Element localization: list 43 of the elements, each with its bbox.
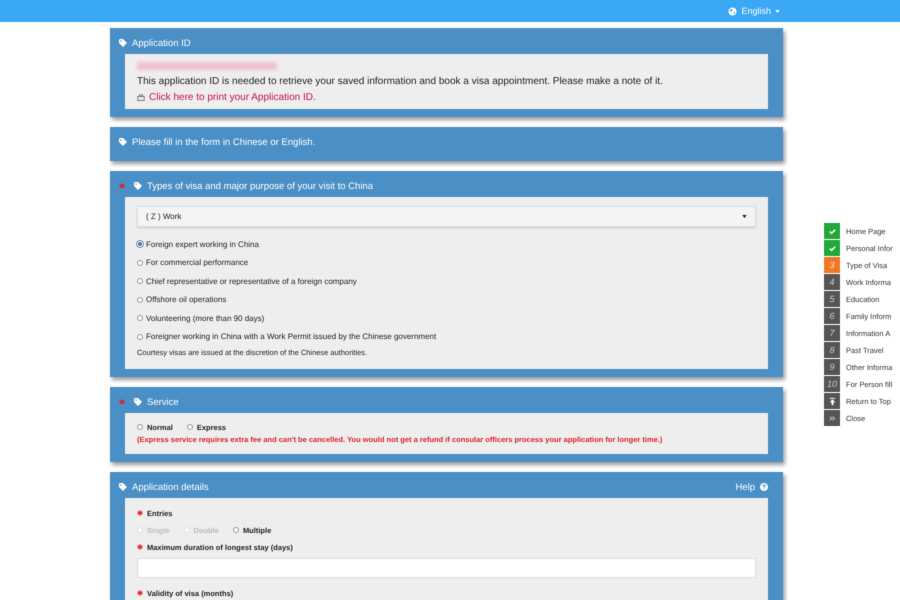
double-chevron-icon (828, 414, 836, 422)
radio-button[interactable] (137, 260, 143, 266)
tag-icon (134, 398, 142, 406)
option-label: Chief representative or representative of a foreign company (146, 276, 357, 286)
option-label: For commercial performance (146, 258, 248, 268)
step-marker: 3 (824, 257, 840, 273)
step-marker: 7 (824, 325, 840, 341)
radio-button[interactable] (186, 424, 193, 430)
tag-icon (119, 483, 127, 491)
radio-button[interactable] (137, 278, 143, 284)
caret-icon (775, 10, 780, 12)
globe-icon (728, 6, 738, 16)
radio-button[interactable] (137, 334, 143, 340)
radio-button[interactable] (137, 296, 143, 303)
printer-icon (137, 94, 145, 102)
option-label: Volunteering (more than 90 days) (146, 314, 264, 323)
option-label: Foreigner working in China with a Work Permit issued by the Chinese government (146, 332, 436, 342)
caret-icon (742, 215, 747, 218)
panel-title: Types of visa and major purpose of your visit to China (147, 180, 374, 192)
print-link[interactable]: Click here to print your Application ID. (149, 92, 316, 103)
radio-button[interactable] (137, 424, 143, 430)
radio-button[interactable] (137, 315, 143, 322)
panel-title: Please fill in the form in Chinese or English. (132, 136, 316, 148)
arrow-up-icon (828, 396, 836, 406)
panel-title: Service (147, 396, 179, 408)
visa-type-dropdown[interactable]: ( Z ) Work (137, 206, 756, 227)
help-icon (760, 483, 768, 491)
step-marker: 4 (824, 274, 840, 290)
step-marker: 5 (824, 291, 840, 307)
step-marker: 9 (824, 359, 840, 375)
option-label: Offshore oil operations (146, 295, 226, 304)
step-marker: 10 (824, 376, 840, 392)
note-text: This application ID is needed to retrieve your saved information and book a visa appointment. Please make a note of it. (137, 76, 664, 87)
step-marker: 6 (824, 308, 840, 324)
panel-title: Application details (132, 482, 209, 492)
input-field[interactable] (137, 558, 756, 578)
tag-icon (134, 182, 142, 190)
step-marker: 8 (824, 342, 840, 358)
tag-icon (119, 138, 127, 146)
tag-icon (119, 39, 127, 47)
radio-button[interactable] (232, 527, 239, 533)
option-label: Foreign expert working in China (146, 240, 259, 249)
panel-title: Application ID (132, 38, 191, 48)
